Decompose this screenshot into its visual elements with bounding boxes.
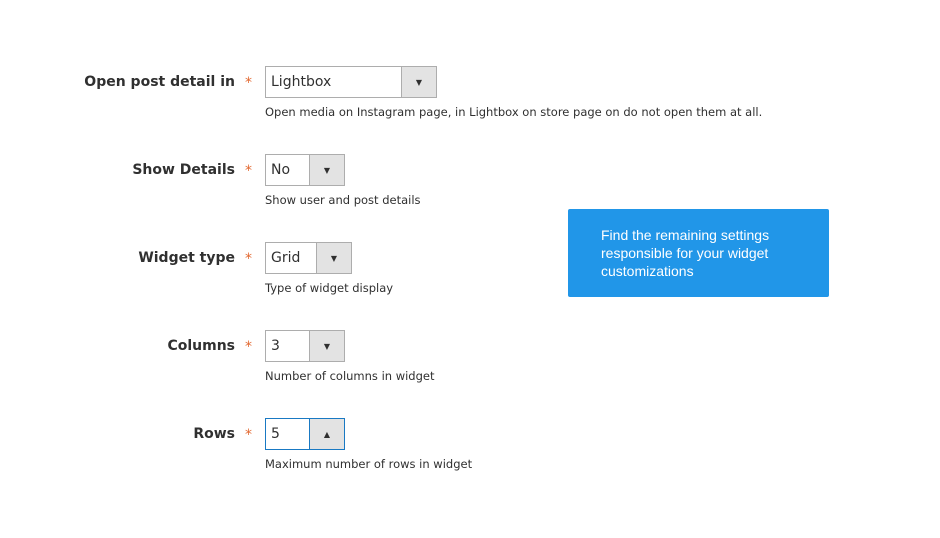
required-asterisk: * [245, 339, 252, 355]
select-value: 5 [271, 426, 280, 442]
rows-select[interactable]: 5 ▲ [265, 418, 345, 450]
select-value: No [271, 162, 291, 178]
widget-type-select[interactable]: Grid ▼ [265, 242, 352, 274]
chevron-down-icon[interactable]: ▼ [309, 331, 344, 361]
field-note: Maximum number of rows in widget [265, 457, 473, 471]
show-details-select[interactable]: No ▼ [265, 154, 345, 186]
field-note: Number of columns in widget [265, 369, 435, 383]
field-label: Open post detail in [84, 74, 235, 90]
required-asterisk: * [245, 75, 252, 91]
open-post-detail-select[interactable]: Lightbox ▼ [265, 66, 437, 98]
settings-hint-tooltip: Find the remaining settings responsible … [568, 209, 829, 297]
chevron-down-icon[interactable]: ▼ [316, 243, 351, 273]
columns-select[interactable]: 3 ▼ [265, 330, 345, 362]
field-label: Columns [167, 338, 235, 354]
field-note: Open media on Instagram page, in Lightbo… [265, 105, 763, 119]
select-value: 3 [271, 338, 280, 354]
field-label: Rows [193, 426, 235, 442]
field-label: Show Details [132, 162, 235, 178]
tooltip-text: Find the remaining settings responsible … [601, 227, 770, 279]
chevron-down-icon[interactable]: ▼ [401, 67, 436, 97]
required-asterisk: * [245, 427, 252, 443]
field-label: Widget type [138, 250, 235, 266]
select-value: Lightbox [271, 74, 332, 90]
field-note: Type of widget display [265, 281, 394, 295]
select-value: Grid [271, 250, 301, 266]
field-note: Show user and post details [265, 193, 421, 207]
required-asterisk: * [245, 163, 252, 179]
chevron-down-icon[interactable]: ▼ [309, 155, 344, 185]
required-asterisk: * [245, 251, 252, 267]
chevron-up-icon[interactable]: ▲ [309, 419, 344, 449]
